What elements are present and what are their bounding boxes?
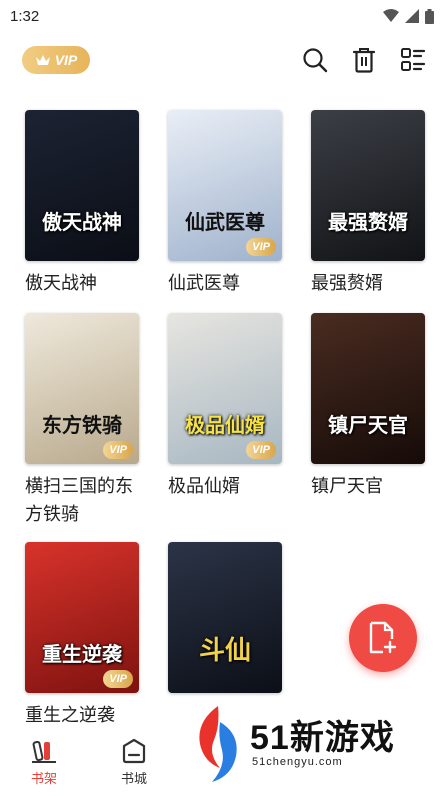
search-button[interactable]: [299, 44, 331, 76]
bookshelf-icon: [32, 740, 56, 763]
book-title: 重生之逆袭: [25, 705, 115, 725]
bookstore-icon: [122, 738, 146, 764]
system-icons: [383, 8, 434, 24]
status-bar: 1:32: [0, 0, 448, 32]
list-view-icon: [401, 48, 426, 71]
tab-bookstore[interactable]: 书城: [104, 738, 164, 787]
book-cover[interactable]: 最强赘婿: [311, 110, 425, 261]
list-mode-button[interactable]: [397, 44, 429, 76]
wifi-icon: [383, 9, 399, 22]
crown-icon: [35, 55, 50, 65]
cover-title: 极品仙婿: [185, 413, 265, 437]
book-title: 最强赘婿: [311, 273, 383, 293]
cover-title: 斗仙: [198, 636, 251, 666]
search-icon: [303, 48, 328, 73]
import-book-button[interactable]: [349, 604, 417, 672]
book-cover[interactable]: 斗仙: [168, 542, 282, 693]
vip-badge: VIP: [103, 441, 133, 459]
cover-title: 东方铁骑: [42, 413, 122, 437]
book-item[interactable]: 斗仙: [168, 542, 282, 701]
cover-title: 傲天战神: [42, 210, 122, 234]
book-item[interactable]: 仙武医尊 VIP 仙武医尊: [168, 110, 282, 297]
book-item[interactable]: 重生逆袭 VIP 重生之逆袭: [25, 542, 139, 729]
cover-title: 重生逆袭: [42, 642, 122, 666]
watermark-logo: [199, 706, 237, 782]
book-item[interactable]: 最强赘婿 最强赘婿: [311, 110, 425, 297]
book-cover[interactable]: 镇尸天官: [311, 313, 425, 464]
book-cover[interactable]: 仙武医尊 VIP: [168, 110, 282, 261]
vip-label: VIP: [54, 52, 78, 68]
book-cover[interactable]: 极品仙婿 VIP: [168, 313, 282, 464]
cover-title: 镇尸天官: [328, 413, 408, 437]
watermark-brand: 51新游戏: [250, 719, 395, 757]
top-bar: VIP: [0, 40, 448, 80]
book-cover[interactable]: 东方铁骑 VIP: [25, 313, 139, 464]
book-title: 傲天战神: [25, 273, 97, 293]
status-time: 1:32: [10, 7, 40, 25]
vip-badge: VIP: [246, 441, 276, 459]
book-title: 横扫三国的东方铁骑: [25, 476, 133, 524]
book-cover[interactable]: 傲天战神: [25, 110, 139, 261]
book-item[interactable]: 镇尸天官 镇尸天官: [311, 313, 425, 500]
watermark: 51新游戏 51chengyu.com: [188, 700, 428, 796]
vip-badge: VIP: [246, 238, 276, 256]
book-cover[interactable]: 重生逆袭 VIP: [25, 542, 139, 693]
cover-title: 仙武医尊: [185, 210, 265, 234]
tab-bookshelf[interactable]: 书架: [14, 738, 74, 787]
signal-icon: [405, 9, 419, 23]
watermark-url: 51chengyu.com: [252, 756, 343, 768]
vip-button[interactable]: VIP: [22, 46, 90, 74]
add-file-icon: [369, 621, 397, 654]
book-title: 极品仙婿: [168, 476, 240, 496]
tab-label: 书架: [30, 771, 57, 786]
cover-title: 最强赘婿: [328, 210, 408, 234]
trash-icon: [352, 48, 376, 73]
tab-label: 书城: [120, 771, 147, 786]
delete-button[interactable]: [348, 44, 380, 76]
book-item[interactable]: 东方铁骑 VIP 横扫三国的东方铁骑: [25, 313, 139, 528]
vip-badge: VIP: [103, 670, 133, 688]
battery-icon: [425, 8, 434, 24]
book-item[interactable]: 极品仙婿 VIP 极品仙婿: [168, 313, 282, 500]
book-title: 镇尸天官: [311, 476, 383, 496]
book-title: 仙武医尊: [168, 273, 240, 293]
book-item[interactable]: 傲天战神 傲天战神: [25, 110, 139, 297]
